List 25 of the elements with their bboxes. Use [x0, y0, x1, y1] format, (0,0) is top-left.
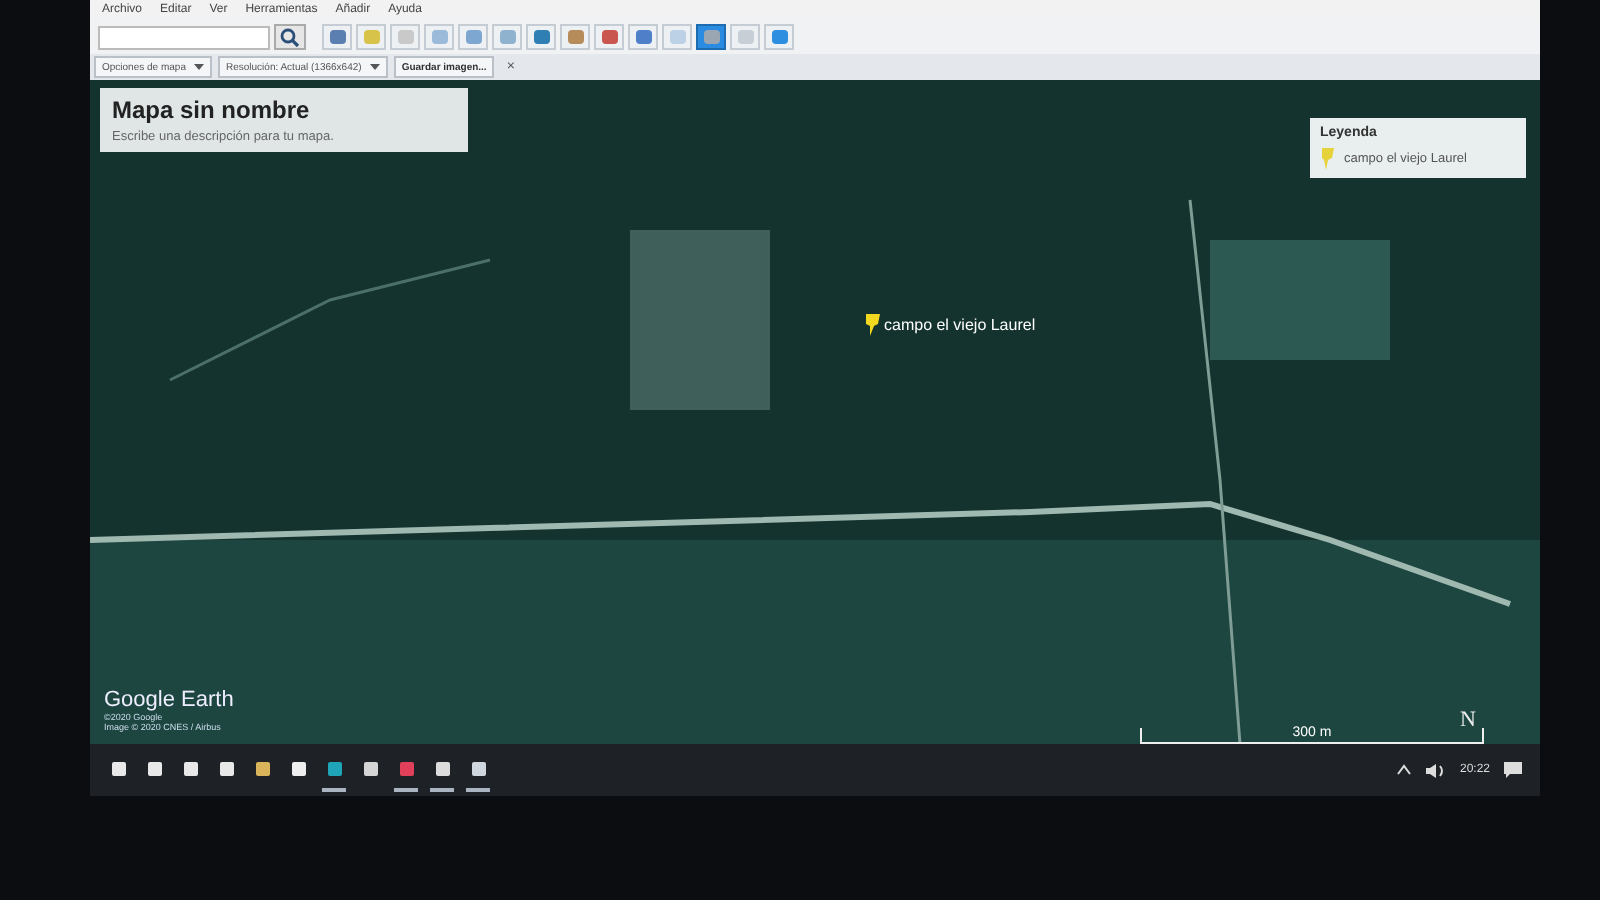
pushpin-icon: [1320, 146, 1336, 170]
map-title: Mapa sin nombre: [112, 96, 312, 124]
caret-icon: [369, 64, 380, 70]
notification-icon[interactable]: [1502, 760, 1524, 780]
pushpin-icon[interactable]: [864, 312, 882, 336]
square-icon: [471, 761, 485, 775]
square-icon: [435, 761, 449, 775]
search-icon: [280, 27, 300, 47]
compass-letter[interactable]: N: [1460, 708, 1476, 732]
square-icon: [183, 761, 197, 775]
chevron-up-icon[interactable]: [1395, 764, 1412, 776]
google-earth-logo: Google Earth: [104, 688, 234, 712]
caret-icon: [193, 64, 204, 70]
search-field[interactable]: [98, 25, 270, 49]
square-icon: [363, 761, 377, 775]
square-icon: [147, 761, 161, 775]
square-icon: [111, 761, 125, 775]
placemark-label[interactable]: campo el viejo Laurel: [884, 315, 1036, 333]
square-icon: [399, 761, 413, 775]
square-icon: [255, 761, 269, 775]
square-icon: [291, 761, 305, 775]
speaker-icon[interactable]: [1423, 761, 1448, 779]
square-icon: [327, 761, 341, 775]
square-icon: [219, 761, 233, 775]
search-button[interactable]: [274, 24, 306, 50]
